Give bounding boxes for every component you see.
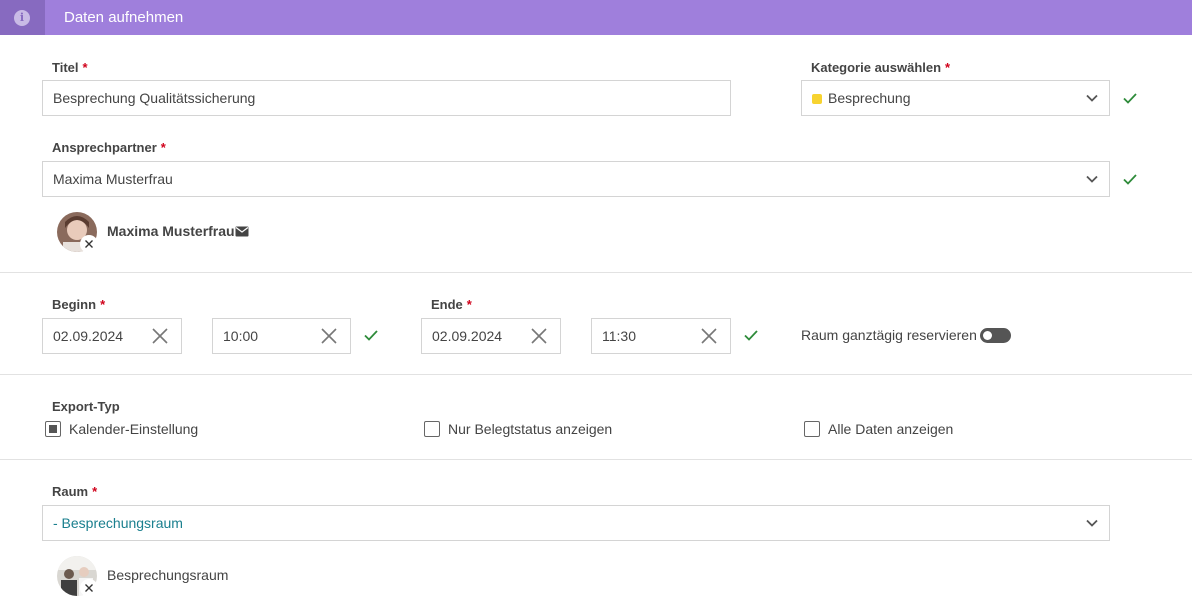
check-icon xyxy=(364,330,378,341)
export-option-kalender-checkbox[interactable] xyxy=(45,421,61,437)
titel-input-value: Besprechung Qualitätssicherung xyxy=(53,90,256,106)
ende-time-value: 11:30 xyxy=(602,328,636,344)
check-icon xyxy=(1123,93,1137,104)
ende-date-value: 02.09.2024 xyxy=(432,328,503,344)
ende-label: Ende * xyxy=(431,297,472,312)
beginn-date-input[interactable]: 02.09.2024 xyxy=(42,318,182,354)
close-icon[interactable] xyxy=(80,235,98,253)
beginn-label: Beginn * xyxy=(52,297,106,312)
raum-select-value: - Besprechungsraum xyxy=(53,515,183,531)
beginn-time-value: 10:00 xyxy=(223,328,259,344)
kategorie-select[interactable]: Besprechung xyxy=(801,80,1110,116)
remove-room-button[interactable] xyxy=(80,579,98,597)
chevron-down-icon[interactable] xyxy=(1085,91,1099,105)
category-color-swatch xyxy=(812,94,822,104)
chevron-down-icon[interactable] xyxy=(1085,516,1099,530)
info-icon[interactable]: i xyxy=(14,10,30,26)
raum-ganztaegig-toggle[interactable] xyxy=(980,328,1011,343)
close-icon[interactable] xyxy=(80,579,98,597)
clear-icon[interactable] xyxy=(530,327,548,345)
remove-contact-button[interactable] xyxy=(80,235,98,253)
check-icon xyxy=(744,330,758,341)
beginn-time-input[interactable]: 10:00 xyxy=(212,318,351,354)
export-option-kalender-label[interactable]: Kalender-Einstellung xyxy=(69,421,198,437)
section-divider xyxy=(0,374,1192,375)
section-divider xyxy=(0,272,1192,273)
kategorie-select-value: Besprechung xyxy=(828,90,911,106)
check-icon xyxy=(1123,174,1137,185)
kategorie-label: Kategorie auswählen * xyxy=(811,60,951,75)
titel-input[interactable]: Besprechung Qualitätssicherung xyxy=(42,80,731,116)
raum-select[interactable]: - Besprechungsraum xyxy=(42,505,1110,541)
export-option-alle-daten-label[interactable]: Alle Daten anzeigen xyxy=(828,421,953,437)
export-option-belegtstatus-checkbox[interactable] xyxy=(424,421,440,437)
ende-time-input[interactable]: 11:30 xyxy=(591,318,731,354)
section-divider xyxy=(0,459,1192,460)
clear-icon[interactable] xyxy=(700,327,718,345)
room-name: Besprechungsraum xyxy=(107,567,229,583)
export-typ-label: Export-Typ xyxy=(52,399,120,414)
raum-ganztaegig-label: Raum ganztägig reservieren xyxy=(801,327,977,343)
ansprechpartner-select[interactable]: Maxima Musterfrau xyxy=(42,161,1110,197)
contact-name: Maxima Musterfrau xyxy=(107,223,235,239)
page-title: Daten aufnehmen xyxy=(64,9,184,26)
clear-icon[interactable] xyxy=(151,327,169,345)
beginn-date-value: 02.09.2024 xyxy=(53,328,124,344)
export-option-alle-daten-checkbox[interactable] xyxy=(804,421,820,437)
header-bar: i Daten aufnehmen xyxy=(0,0,1192,35)
ende-date-input[interactable]: 02.09.2024 xyxy=(421,318,561,354)
raum-label: Raum * xyxy=(52,484,98,499)
chevron-down-icon[interactable] xyxy=(1085,172,1099,186)
mail-icon[interactable] xyxy=(235,226,249,237)
clear-icon[interactable] xyxy=(320,327,338,345)
ansprechpartner-select-value: Maxima Musterfrau xyxy=(53,171,173,187)
ansprechpartner-label: Ansprechpartner * xyxy=(52,140,166,155)
export-option-belegtstatus-label[interactable]: Nur Belegtstatus anzeigen xyxy=(448,421,612,437)
titel-label: Titel * xyxy=(52,60,88,75)
header-icon-box[interactable]: i xyxy=(0,0,45,35)
